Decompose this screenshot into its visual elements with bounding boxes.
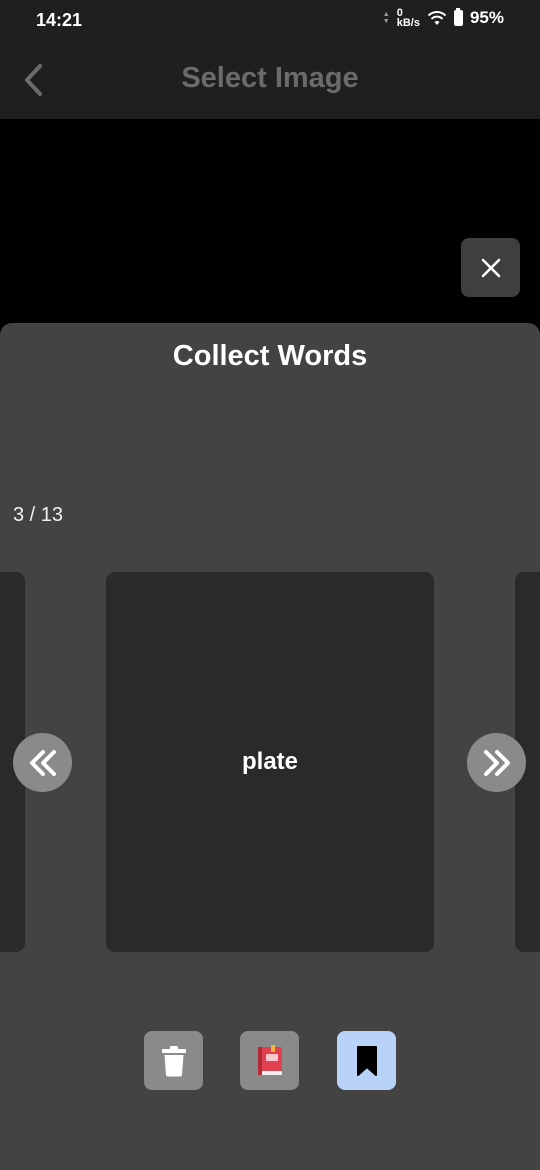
- status-time: 14:21: [36, 10, 83, 30]
- page-title: Select Image: [181, 62, 359, 94]
- dictionary-button[interactable]: [240, 1031, 299, 1090]
- bookmark-button[interactable]: [337, 1031, 396, 1090]
- book-icon: [257, 1044, 282, 1075]
- previous-button[interactable]: [13, 733, 72, 792]
- close-icon: [481, 258, 500, 277]
- data-activity-icon: ▲ ▼: [382, 11, 390, 25]
- word-counter: 3 / 13: [13, 504, 64, 526]
- image-preview: [0, 119, 540, 329]
- current-word-card[interactable]: plate: [106, 572, 434, 952]
- trash-icon: [161, 1045, 186, 1077]
- bookmark-icon: [356, 1045, 377, 1076]
- network-speed-unit: kB/s: [396, 17, 420, 29]
- delete-button[interactable]: [144, 1031, 203, 1090]
- status-icons: ▲ ▼ 0 kB/s 95%: [382, 8, 504, 29]
- app-bar: Select Image: [0, 40, 540, 119]
- current-word: plate: [241, 748, 298, 775]
- sheet-title: Collect Words: [172, 340, 368, 372]
- double-chevron-right-icon: [483, 749, 510, 776]
- battery-level: 95%: [469, 8, 504, 27]
- close-button[interactable]: [461, 238, 520, 297]
- battery-icon: [453, 8, 463, 26]
- wifi-icon: [427, 11, 447, 25]
- status-bar: 14:21 ▲ ▼ 0 kB/s 95%: [0, 0, 540, 40]
- network-speed: 0 kB/s: [396, 8, 420, 29]
- collect-words-sheet: Collect Words 3 / 13 plate: [0, 323, 540, 1170]
- double-chevron-left-icon: [29, 749, 56, 776]
- next-button[interactable]: [467, 733, 526, 792]
